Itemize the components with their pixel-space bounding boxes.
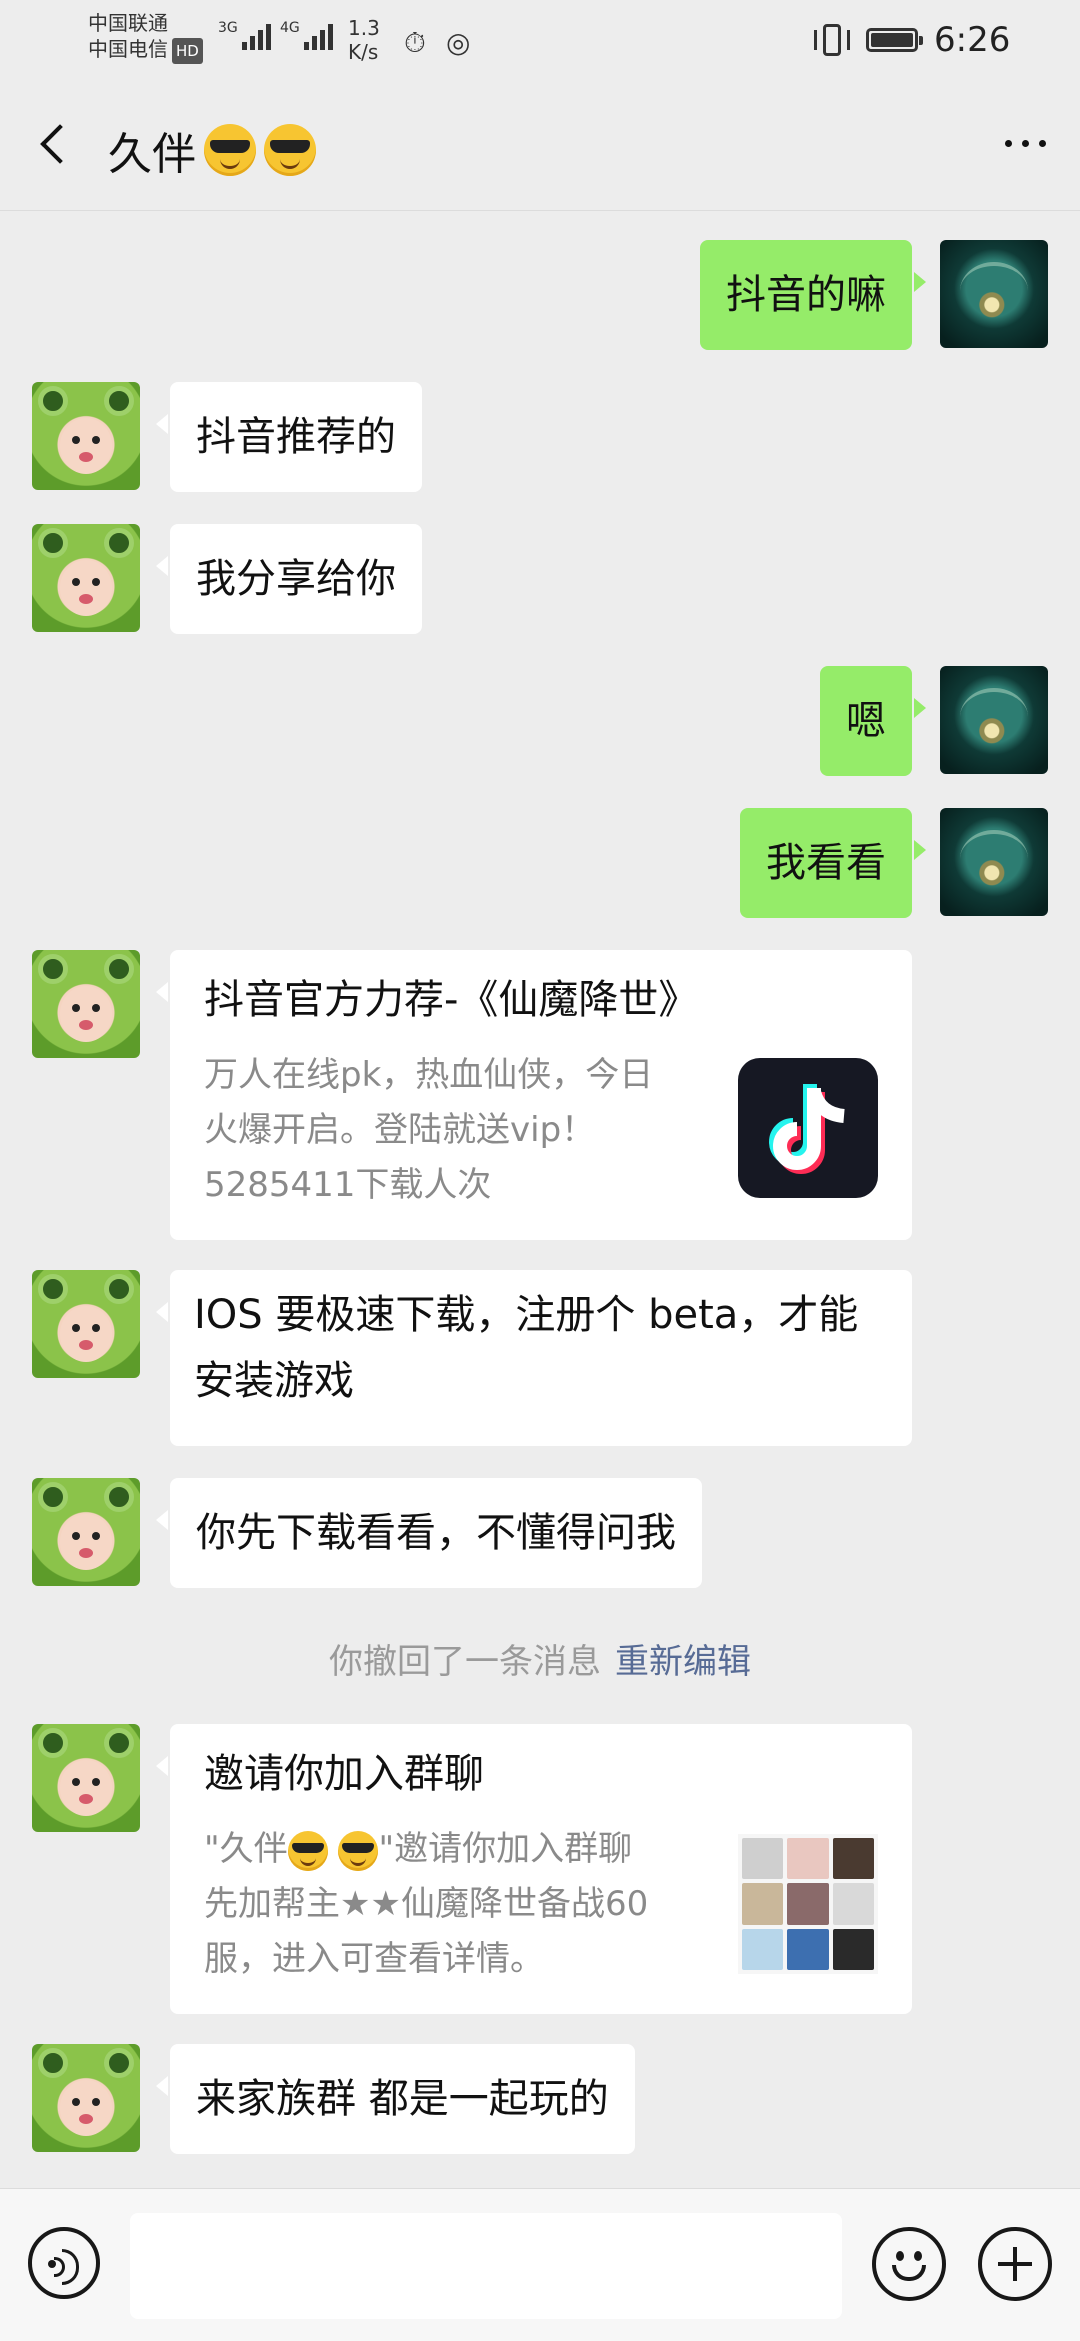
network-type-1: 3G bbox=[218, 20, 238, 36]
contact-avatar[interactable] bbox=[32, 950, 140, 1058]
recall-notice: 你撤回了一条消息 重新编辑 bbox=[0, 1634, 1080, 1683]
group-member-thumb bbox=[787, 1838, 829, 1880]
message-input[interactable] bbox=[130, 2213, 842, 2319]
more-functions-button[interactable] bbox=[978, 2227, 1052, 2301]
signal-4g-icon: 4G bbox=[280, 20, 333, 50]
group-member-thumb bbox=[787, 1928, 829, 1970]
contact-avatar[interactable] bbox=[32, 524, 140, 632]
network-type-2: 4G bbox=[280, 20, 300, 36]
message-bubble-in[interactable]: 抖音推荐的 bbox=[156, 382, 422, 492]
message-bubble-in[interactable]: 你先下载看看，不懂得问我 bbox=[156, 1478, 702, 1588]
card-description: 万人在线pk，热血仙侠，今日火爆开启。登陆就送vip！5285411下载人次 bbox=[204, 1055, 654, 1205]
input-bar bbox=[0, 2188, 1080, 2341]
network-speed: 1.3 K/s bbox=[348, 16, 380, 64]
re-edit-link[interactable]: 重新编辑 bbox=[615, 1642, 751, 1682]
group-invite-card[interactable]: 邀请你加入群聊 "久伴 "邀请你加入群聊先加帮主★★仙魔降世备战60服，进入可查… bbox=[156, 1724, 912, 2014]
battery-icon bbox=[866, 28, 923, 52]
group-member-thumb bbox=[832, 1928, 874, 1970]
my-avatar[interactable] bbox=[940, 666, 1048, 774]
hd-badge: HD bbox=[172, 38, 203, 64]
recall-text: 你撤回了一条消息 bbox=[329, 1642, 601, 1682]
chat-title: 久伴 bbox=[108, 118, 316, 182]
message-bubble-in[interactable]: 我分享给你 bbox=[156, 524, 422, 634]
group-member-thumb bbox=[832, 1838, 874, 1880]
alarm-icon: ⏱ bbox=[404, 26, 426, 59]
emoji-button[interactable] bbox=[872, 2227, 946, 2301]
carrier-2: 中国电信 bbox=[88, 37, 168, 61]
signal-3g-icon: 3G bbox=[218, 20, 271, 50]
contact-avatar[interactable] bbox=[32, 382, 140, 490]
group-member-thumb bbox=[787, 1883, 829, 1925]
status-bar: 中国联通 中国电信 HD 3G 4G 1.3 K/s ⏱ ◎ 6:26 bbox=[0, 0, 1080, 80]
speed-value: 1.3 bbox=[348, 16, 380, 40]
my-avatar[interactable] bbox=[940, 808, 1048, 916]
cool-emoji-icon bbox=[204, 124, 256, 176]
cool-emoji-icon bbox=[338, 1830, 379, 1871]
message-bubble-out[interactable]: 我看看 bbox=[740, 808, 926, 918]
my-avatar[interactable] bbox=[940, 240, 1048, 348]
group-avatar-grid bbox=[738, 1834, 878, 1974]
carrier-info: 中国联通 中国电信 HD bbox=[88, 10, 203, 64]
message-bubble-out[interactable]: 抖音的嘛 bbox=[700, 240, 926, 350]
back-button[interactable] bbox=[30, 120, 80, 170]
app-share-card[interactable]: 抖音官方力荐-《仙魔降世》 万人在线pk，热血仙侠，今日火爆开启。登陆就送vip… bbox=[156, 950, 912, 1240]
invite-prefix: "久伴 bbox=[204, 1829, 288, 1869]
group-member-thumb bbox=[832, 1883, 874, 1925]
group-member-thumb bbox=[742, 1883, 784, 1925]
chat-header: 久伴 bbox=[0, 80, 1080, 211]
message-bubble-out[interactable]: 嗯 bbox=[820, 666, 926, 776]
card-title: 抖音官方力荐-《仙魔降世》 bbox=[204, 977, 699, 1023]
card-title: 邀请你加入群聊 bbox=[204, 1751, 484, 1797]
message-bubble-in[interactable]: 来家族群 都是一起玩的 bbox=[156, 2044, 635, 2154]
more-options-button[interactable] bbox=[1005, 140, 1046, 147]
group-member-thumb bbox=[742, 1928, 784, 1970]
contact-avatar[interactable] bbox=[32, 1724, 140, 1832]
clock: 6:26 bbox=[934, 20, 1011, 60]
carrier-1: 中国联通 bbox=[88, 11, 168, 35]
card-description: "久伴 "邀请你加入群聊先加帮主★★仙魔降世备战60服，进入可查看详情。 bbox=[204, 1822, 664, 1987]
contact-avatar[interactable] bbox=[32, 1478, 140, 1586]
vibrate-icon bbox=[812, 22, 852, 58]
chat-title-text: 久伴 bbox=[108, 129, 196, 180]
tiktok-logo-icon bbox=[738, 1058, 878, 1198]
hotspot-icon: ◎ bbox=[446, 26, 471, 59]
contact-avatar[interactable] bbox=[32, 2044, 140, 2152]
cool-emoji-icon bbox=[264, 124, 316, 176]
message-bubble-in[interactable]: IOS 要极速下载，注册个 beta，才能安装游戏 bbox=[156, 1270, 912, 1446]
cool-emoji-icon bbox=[287, 1830, 328, 1871]
speed-unit: K/s bbox=[348, 40, 379, 64]
group-member-thumb bbox=[742, 1838, 784, 1880]
contact-avatar[interactable] bbox=[32, 1270, 140, 1378]
voice-input-button[interactable] bbox=[28, 2227, 100, 2299]
